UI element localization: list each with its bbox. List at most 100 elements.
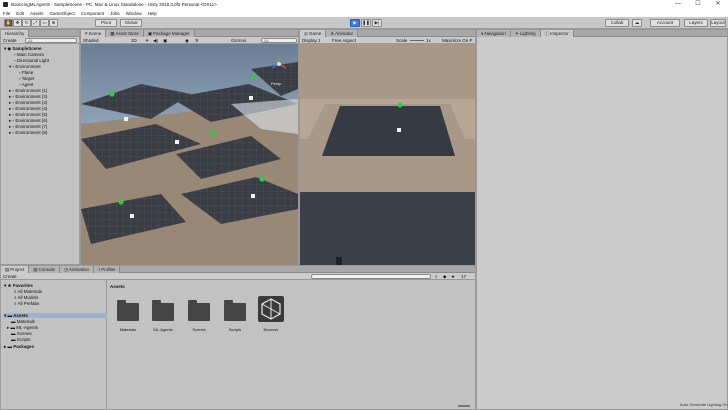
menu-component[interactable]: Component: [81, 11, 104, 16]
menu-window[interactable]: Window: [126, 11, 142, 16]
tab-package-manager[interactable]: ▣ Package Manager: [143, 30, 195, 37]
lighting-toggle-icon[interactable]: ☀: [145, 37, 149, 44]
tab-game[interactable]: ◎ Game: [300, 30, 327, 37]
tab-project[interactable]: ▤ Project: [1, 266, 30, 273]
favorites-section[interactable]: ▾ ★ Favorites: [4, 283, 33, 288]
hierarchy-item[interactable]: ▫ Directional Light: [14, 58, 49, 63]
tools-dropdown-icon[interactable]: ✲: [195, 37, 199, 44]
scene-root-item[interactable]: ▾ ◆ SampleScene: [4, 46, 42, 51]
hierarchy-item[interactable]: ▸ ▫ Environment (1): [9, 88, 47, 93]
maximize-button[interactable]: ☐: [688, 0, 708, 9]
agent-shadow: [336, 257, 342, 265]
game-tab-icon: ◎: [304, 31, 308, 36]
move-tool-icon[interactable]: ✥: [13, 19, 22, 27]
hierarchy-item[interactable]: ▸ ▫ Environment (6): [9, 118, 47, 123]
tree-folder-scenes[interactable]: ▬ Scenes: [11, 331, 32, 336]
hierarchy-item[interactable]: ▸ ▫ Environment (8): [9, 130, 47, 135]
asset-folder-scripts[interactable]: Scripts: [224, 300, 246, 333]
hierarchy-item[interactable]: ▫ Target: [19, 76, 34, 81]
scene-search-input[interactable]: [261, 38, 297, 43]
rotate-tool-icon[interactable]: ↻: [22, 19, 31, 27]
close-button[interactable]: ✕: [708, 0, 728, 9]
scale-tool-icon[interactable]: ⤢: [31, 19, 40, 27]
aspect-dropdown[interactable]: Free Aspect: [332, 37, 356, 44]
tab-console[interactable]: ▥ Console: [29, 266, 61, 273]
menu-help[interactable]: Help: [148, 11, 157, 16]
transform-tool-icon[interactable]: ⊕: [49, 19, 58, 27]
menu-file[interactable]: File: [3, 11, 10, 16]
tab-navigation[interactable]: ⌖ Navigation: [477, 30, 511, 37]
tree-folder-materials[interactable]: ▬ Materials: [11, 319, 35, 324]
window-controls: — ☐ ✕: [668, 0, 728, 9]
platform-near: [300, 192, 475, 265]
maximize-on-play-toggle[interactable]: Maximize On P: [442, 37, 473, 44]
layout-dropdown[interactable]: Layout: [710, 19, 726, 27]
game-viewport[interactable]: [300, 44, 475, 265]
favorite-all-models[interactable]: ⌕ All Models: [14, 295, 38, 300]
persp-label[interactable]: Persp: [271, 81, 282, 86]
tab-asset-store[interactable]: ▦ Asset Store: [106, 30, 144, 37]
scene-viewport[interactable]: Persp: [81, 44, 298, 265]
search-by-type-icon[interactable]: ⌕: [435, 273, 438, 280]
tab-profiler[interactable]: ⌇ Profiler: [94, 266, 121, 273]
tab-animation[interactable]: ◷ Animation: [60, 266, 95, 273]
hierarchy-item[interactable]: ▸ ▫ Environment (5): [9, 112, 47, 117]
hierarchy-item[interactable]: ▫ Agent: [19, 82, 33, 87]
layers-dropdown[interactable]: Layers: [684, 19, 708, 27]
collab-button[interactable]: Collab: [605, 19, 629, 27]
pivot-toggle[interactable]: Pivot: [95, 19, 117, 27]
effects-dropdown-icon[interactable]: ▣: [163, 37, 167, 44]
tree-folder-ml-agents[interactable]: ▸ ▬ ML-Agents: [7, 325, 38, 330]
asset-folder-ml-agents[interactable]: ML-Agents: [152, 300, 174, 333]
unity-logo-icon: [3, 2, 8, 7]
hierarchy-item[interactable]: ▾ ▫ Environment: [9, 64, 41, 69]
rect-tool-icon[interactable]: ▭: [40, 19, 49, 27]
cloud-icon[interactable]: ☁: [632, 19, 642, 27]
hierarchy-item[interactable]: ▫ Plane: [19, 70, 33, 75]
favorite-star-icon[interactable]: ★: [451, 273, 455, 280]
favorite-all-materials[interactable]: ⌕ All Materials: [14, 289, 42, 294]
icon-size-slider[interactable]: [458, 405, 470, 407]
hierarchy-item[interactable]: ▸ ▫ Environment (7): [9, 124, 47, 129]
display-dropdown[interactable]: Display 1: [302, 38, 321, 43]
scale-slider[interactable]: [410, 40, 424, 41]
global-toggle[interactable]: Global: [120, 19, 142, 27]
tree-folder-scripts[interactable]: ▬ Scripts: [11, 337, 31, 342]
hierarchy-item[interactable]: ▸ ▫ Environment (2): [9, 94, 47, 99]
asset-scene-bouncer[interactable]: Bouncer: [258, 296, 284, 332]
search-by-label-icon[interactable]: ◆: [443, 273, 446, 280]
hierarchy-create-button[interactable]: Create: [3, 38, 17, 43]
packages-folder[interactable]: ▸ ▬ Packages: [4, 344, 34, 349]
hidden-objects-icon[interactable]: ◉: [185, 37, 189, 44]
menu-assets[interactable]: Assets: [30, 11, 44, 16]
hand-tool-icon[interactable]: ✋: [4, 19, 13, 27]
tab-animator[interactable]: ⋔ Animator: [326, 30, 358, 37]
shading-mode-dropdown[interactable]: Shaded: [83, 38, 99, 43]
hierarchy-item[interactable]: ▫ Main Camera: [14, 52, 44, 57]
gizmos-dropdown[interactable]: Gizmos: [231, 37, 246, 44]
project-search-input[interactable]: [311, 274, 431, 279]
play-button[interactable]: ▶: [350, 19, 360, 27]
asset-folder-scenes[interactable]: Scenes: [188, 300, 210, 333]
audio-toggle-icon[interactable]: ◀): [153, 37, 158, 44]
assets-folder[interactable]: ▾ ▬ Assets: [4, 313, 107, 318]
tab-lighting[interactable]: ☀ Lighting: [510, 30, 541, 37]
tab-scene[interactable]: # Scene: [81, 30, 107, 37]
asset-folder-materials[interactable]: Materials: [117, 300, 139, 333]
hierarchy-item[interactable]: ▸ ▫ Environment (4): [9, 106, 47, 111]
pause-button[interactable]: ❚❚: [361, 19, 371, 27]
step-button[interactable]: ▶|: [372, 19, 382, 27]
menu-jobs[interactable]: Jobs: [110, 11, 120, 16]
account-dropdown[interactable]: Account: [650, 19, 680, 27]
menu-gameobject[interactable]: GameObject: [50, 11, 75, 16]
asset-breadcrumb[interactable]: Assets: [110, 284, 125, 289]
tab-inspector[interactable]: ⓘ Inspector: [540, 30, 574, 37]
tab-hierarchy[interactable]: Hierarchy: [1, 30, 30, 37]
favorite-all-prefabs[interactable]: ⌕ All Prefabs: [14, 301, 39, 306]
hierarchy-search-input[interactable]: [25, 38, 77, 43]
hierarchy-item[interactable]: ▸ ▫ Environment (3): [9, 100, 47, 105]
project-create-button[interactable]: Create: [3, 274, 17, 279]
menu-edit[interactable]: Edit: [16, 11, 24, 16]
2d-toggle[interactable]: 2D: [131, 37, 137, 44]
minimize-button[interactable]: —: [668, 0, 688, 9]
